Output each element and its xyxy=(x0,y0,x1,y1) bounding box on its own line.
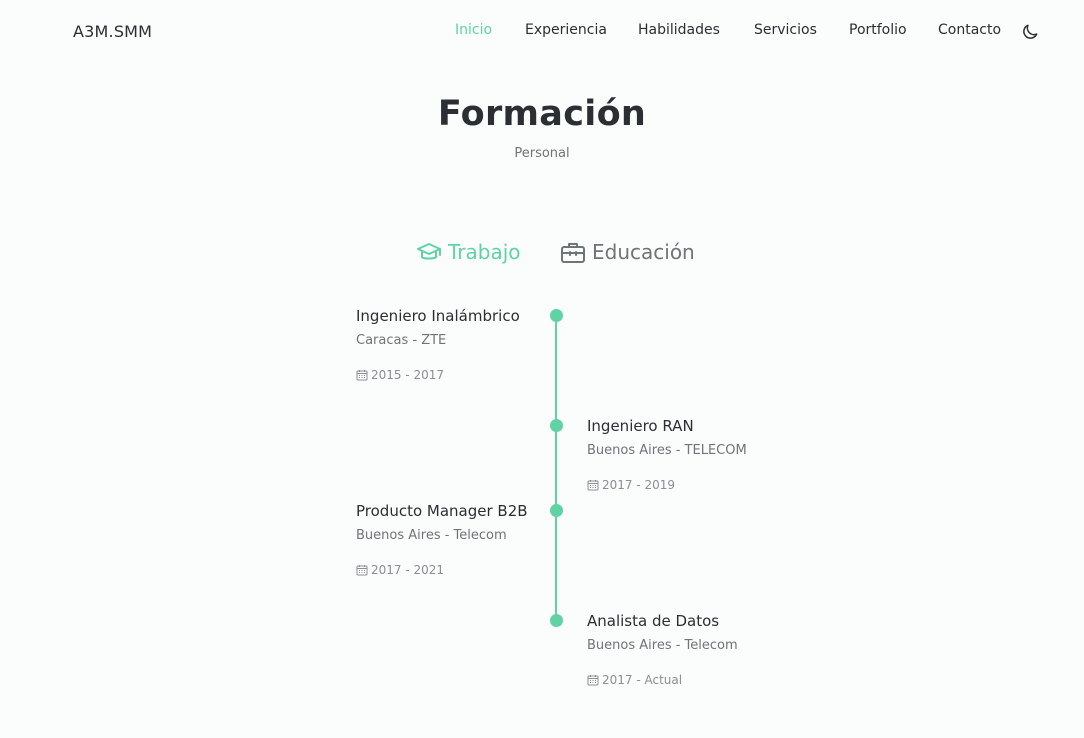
nav-servicios[interactable]: Servicios xyxy=(754,22,817,38)
nav-portfolio[interactable]: Portfolio xyxy=(849,22,907,38)
moon-icon[interactable] xyxy=(1020,22,1040,42)
tab-trabajo[interactable]: Trabajo xyxy=(416,238,521,266)
tab-educacion[interactable]: Educación xyxy=(560,238,695,266)
entry-date: 2017 - 2021 xyxy=(356,562,536,578)
entry-subtitle: Buenos Aires - Telecom xyxy=(587,638,738,653)
entry-date-text: 2015 - 2017 xyxy=(371,368,445,382)
entry-subtitle: Caracas - ZTE xyxy=(356,333,447,348)
tab-trabajo-label: Trabajo xyxy=(448,240,521,264)
calendar-icon xyxy=(356,564,368,576)
entry-title: Analista de Datos xyxy=(587,612,720,630)
section-subtitle: Personal xyxy=(514,146,570,161)
nav-inicio[interactable]: Inicio xyxy=(455,22,492,38)
entry-title: Ingeniero RAN xyxy=(587,417,694,435)
nav-experiencia[interactable]: Experiencia xyxy=(525,22,607,38)
section-title: Formación xyxy=(437,94,647,134)
nav-contacto[interactable]: Contacto xyxy=(938,22,1001,38)
entry-title: Ingeniero Inalámbrico xyxy=(356,307,520,325)
briefcase-icon xyxy=(560,240,586,264)
entry-date-text: 2017 - 2021 xyxy=(371,563,445,577)
entry-date: 2017 - Actual xyxy=(587,672,787,688)
entry-date: 2017 - 2019 xyxy=(587,477,787,493)
timeline-dot xyxy=(550,504,563,517)
timeline-dot xyxy=(550,419,563,432)
entry-subtitle: Buenos Aires - Telecom xyxy=(356,528,507,543)
timeline-entry: Ingeniero Inalámbrico Caracas - ZTE 2015… xyxy=(356,304,526,383)
timeline-line xyxy=(555,315,557,620)
entry-date-text: 2017 - 2019 xyxy=(602,478,676,492)
timeline-dot xyxy=(550,309,563,322)
entry-date: 2015 - 2017 xyxy=(356,367,526,383)
timeline-entry: Ingeniero RAN Buenos Aires - TELECOM 201… xyxy=(587,414,787,493)
main-nav: Inicio Experiencia Habilidades Servicios… xyxy=(0,22,1084,44)
timeline-entry: Producto Manager B2B Buenos Aires - Tele… xyxy=(356,499,536,578)
site-header: A3M.SMM Inicio Experiencia Habilidades S… xyxy=(0,0,1084,64)
graduation-cap-icon xyxy=(416,240,442,264)
calendar-icon xyxy=(587,479,599,491)
entry-title: Producto Manager B2B xyxy=(356,502,528,520)
entry-date-text: 2017 - Actual xyxy=(602,673,683,687)
tab-educacion-label: Educación xyxy=(592,240,695,264)
nav-habilidades[interactable]: Habilidades xyxy=(638,22,720,38)
calendar-icon xyxy=(356,369,368,381)
timeline-entry: Analista de Datos Buenos Aires - Telecom… xyxy=(587,609,787,688)
timeline-dot xyxy=(550,614,563,627)
entry-subtitle: Buenos Aires - TELECOM xyxy=(587,443,747,458)
calendar-icon xyxy=(587,674,599,686)
